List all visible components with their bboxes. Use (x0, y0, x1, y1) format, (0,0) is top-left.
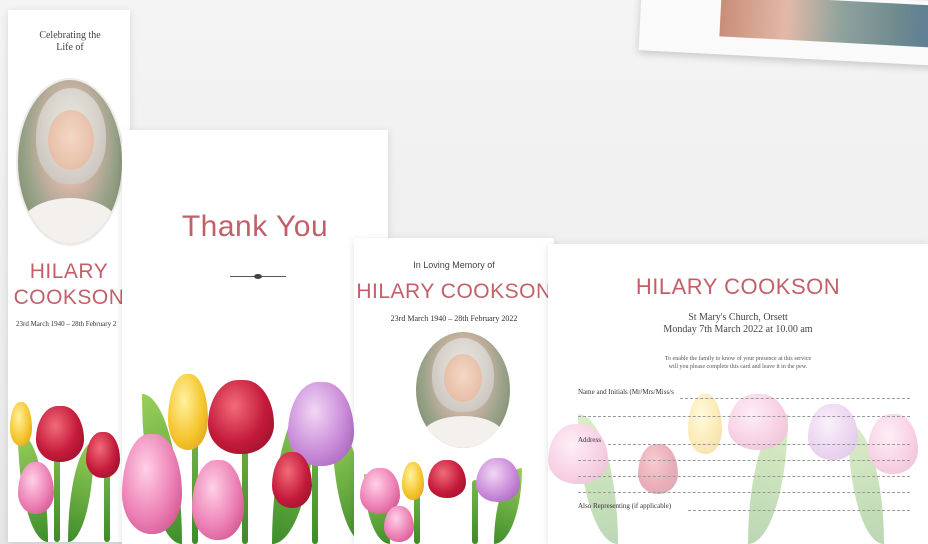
address-line-4 (578, 492, 910, 493)
address-field-label: Address (578, 436, 601, 444)
ornament-divider (230, 274, 286, 279)
representing-field-label: Also Representing (if applicable) (578, 502, 672, 510)
bookmark-dates: 23rd March 1940 – 28th February 2 (16, 320, 117, 328)
tulip-artwork (122, 344, 388, 544)
bookmark-name-line2: COOKSON (13, 286, 125, 309)
celebrating-text: Celebrating the Life of (39, 30, 101, 53)
memory-card-dates: 23rd March 1940 – 28th February 2022 (390, 314, 518, 323)
tulip-artwork (8, 402, 130, 542)
memory-card-name: HILARY COOKSON (356, 280, 552, 303)
venue-text: St Mary's Church, Orsett (688, 312, 788, 323)
name-field-line-2 (578, 416, 910, 417)
in-memory-card: In Loving Memory of HILARY COOKSON 23rd … (354, 238, 554, 544)
address-line-2 (578, 460, 910, 461)
address-line-1 (608, 444, 910, 445)
service-date-time: Monday 7th March 2022 at 10.00 am (663, 324, 813, 335)
address-line-3 (578, 476, 910, 477)
family-photo (719, 0, 928, 48)
tulip-artwork-faded (548, 374, 928, 544)
attendance-card-name: HILARY COOKSON (635, 274, 841, 299)
representing-line (688, 510, 910, 511)
photo-print (638, 0, 928, 66)
thank-you-card: Thank You (122, 130, 388, 544)
name-field-line (680, 398, 910, 399)
bookmark-card: Celebrating the Life of HILARY COOKSON 2… (8, 10, 130, 542)
instruction-line-2: will you please complete this card and l… (668, 364, 808, 370)
bookmark-name-line1: HILARY (29, 260, 109, 283)
thank-you-title: Thank You (181, 210, 329, 243)
portrait-oval (16, 78, 124, 246)
name-field-label: Name and Initials (Mr/Mrs/Miss/s (578, 388, 674, 396)
portrait-oval (416, 332, 510, 448)
attendance-card: HILARY COOKSON St Mary's Church, Orsett … (548, 244, 928, 544)
tulip-artwork (354, 454, 554, 544)
instruction-line-1: To enable the family to know of your pre… (664, 356, 812, 362)
in-loving-memory-text: In Loving Memory of (413, 260, 495, 270)
